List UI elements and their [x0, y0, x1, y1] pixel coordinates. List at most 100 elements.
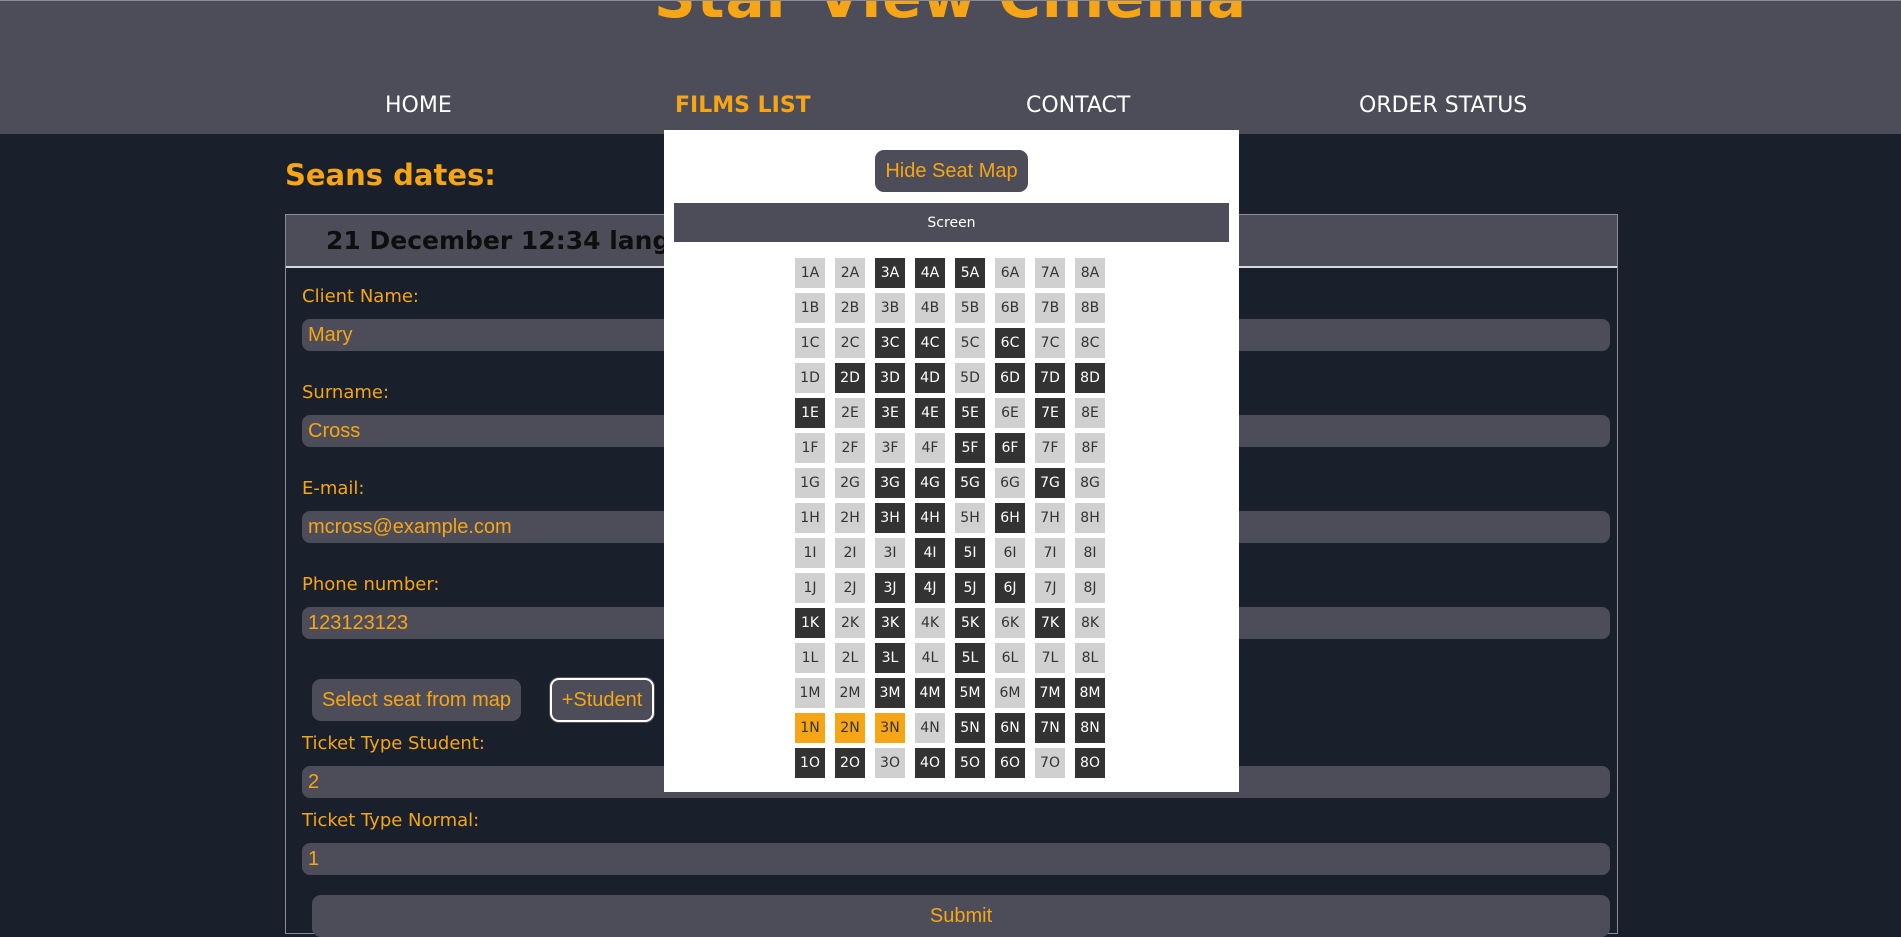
seat-6A[interactable]: 6A	[995, 258, 1025, 288]
seat-7E[interactable]: 7E	[1035, 398, 1065, 428]
nav-home[interactable]: HOME	[385, 93, 452, 118]
seat-7F[interactable]: 7F	[1035, 433, 1065, 463]
seat-7H[interactable]: 7H	[1035, 503, 1065, 533]
seat-7I[interactable]: 7I	[1035, 538, 1065, 568]
seat-3C[interactable]: 3C	[875, 328, 905, 358]
seat-3K[interactable]: 3K	[875, 608, 905, 638]
seat-6I[interactable]: 6I	[995, 538, 1025, 568]
seat-7M[interactable]: 7M	[1035, 678, 1065, 708]
seat-2K[interactable]: 2K	[835, 608, 865, 638]
seat-8I[interactable]: 8I	[1075, 538, 1105, 568]
seat-7L[interactable]: 7L	[1035, 643, 1065, 673]
seat-8H[interactable]: 8H	[1075, 503, 1105, 533]
seat-1J[interactable]: 1J	[795, 573, 825, 603]
nav-contact[interactable]: CONTACT	[1026, 93, 1130, 118]
seat-3E[interactable]: 3E	[875, 398, 905, 428]
seat-1M[interactable]: 1M	[795, 678, 825, 708]
nav-order-status[interactable]: ORDER STATUS	[1359, 93, 1527, 118]
seat-6F[interactable]: 6F	[995, 433, 1025, 463]
seat-3L[interactable]: 3L	[875, 643, 905, 673]
seat-4O[interactable]: 4O	[915, 748, 945, 778]
seat-1I[interactable]: 1I	[795, 538, 825, 568]
seat-1L[interactable]: 1L	[795, 643, 825, 673]
seat-6M[interactable]: 6M	[995, 678, 1025, 708]
seat-3G[interactable]: 3G	[875, 468, 905, 498]
seat-4M[interactable]: 4M	[915, 678, 945, 708]
seat-3A[interactable]: 3A	[875, 258, 905, 288]
seat-1B[interactable]: 1B	[795, 293, 825, 323]
seat-6H[interactable]: 6H	[995, 503, 1025, 533]
seat-7G[interactable]: 7G	[1035, 468, 1065, 498]
seat-8N[interactable]: 8N	[1075, 713, 1105, 743]
seat-2A[interactable]: 2A	[835, 258, 865, 288]
seat-1K[interactable]: 1K	[795, 608, 825, 638]
seat-1G[interactable]: 1G	[795, 468, 825, 498]
seat-8F[interactable]: 8F	[1075, 433, 1105, 463]
seat-2H[interactable]: 2H	[835, 503, 865, 533]
seat-4C[interactable]: 4C	[915, 328, 945, 358]
seat-6D[interactable]: 6D	[995, 363, 1025, 393]
seat-8C[interactable]: 8C	[1075, 328, 1105, 358]
seat-8E[interactable]: 8E	[1075, 398, 1105, 428]
seat-3J[interactable]: 3J	[875, 573, 905, 603]
seat-6N[interactable]: 6N	[995, 713, 1025, 743]
seat-3M[interactable]: 3M	[875, 678, 905, 708]
seat-1E[interactable]: 1E	[795, 398, 825, 428]
seat-4B[interactable]: 4B	[915, 293, 945, 323]
seat-5A[interactable]: 5A	[955, 258, 985, 288]
submit-button[interactable]: Submit	[312, 895, 1610, 937]
seat-2I[interactable]: 2I	[835, 538, 865, 568]
seat-5D[interactable]: 5D	[955, 363, 985, 393]
seat-5G[interactable]: 5G	[955, 468, 985, 498]
ticket-normal-input[interactable]: 1	[302, 843, 1610, 875]
seat-6B[interactable]: 6B	[995, 293, 1025, 323]
seat-2G[interactable]: 2G	[835, 468, 865, 498]
seat-1H[interactable]: 1H	[795, 503, 825, 533]
seat-1A[interactable]: 1A	[795, 258, 825, 288]
seat-3B[interactable]: 3B	[875, 293, 905, 323]
seat-6L[interactable]: 6L	[995, 643, 1025, 673]
seat-5O[interactable]: 5O	[955, 748, 985, 778]
seat-2B[interactable]: 2B	[835, 293, 865, 323]
seat-4J[interactable]: 4J	[915, 573, 945, 603]
seat-5E[interactable]: 5E	[955, 398, 985, 428]
seat-6C[interactable]: 6C	[995, 328, 1025, 358]
seat-7A[interactable]: 7A	[1035, 258, 1065, 288]
seat-5F[interactable]: 5F	[955, 433, 985, 463]
seat-4D[interactable]: 4D	[915, 363, 945, 393]
seat-2J[interactable]: 2J	[835, 573, 865, 603]
seat-1F[interactable]: 1F	[795, 433, 825, 463]
seat-4N[interactable]: 4N	[915, 713, 945, 743]
seat-2F[interactable]: 2F	[835, 433, 865, 463]
hide-seat-map-button[interactable]: Hide Seat Map	[875, 150, 1028, 192]
seat-6K[interactable]: 6K	[995, 608, 1025, 638]
seat-7O[interactable]: 7O	[1035, 748, 1065, 778]
seat-7N[interactable]: 7N	[1035, 713, 1065, 743]
seat-6E[interactable]: 6E	[995, 398, 1025, 428]
seat-2N[interactable]: 2N	[835, 713, 865, 743]
seat-1N[interactable]: 1N	[795, 713, 825, 743]
seat-5K[interactable]: 5K	[955, 608, 985, 638]
seat-3D[interactable]: 3D	[875, 363, 905, 393]
seat-4A[interactable]: 4A	[915, 258, 945, 288]
seat-3F[interactable]: 3F	[875, 433, 905, 463]
select-seat-button[interactable]: Select seat from map	[312, 679, 521, 721]
seat-2D[interactable]: 2D	[835, 363, 865, 393]
seat-5C[interactable]: 5C	[955, 328, 985, 358]
seat-3H[interactable]: 3H	[875, 503, 905, 533]
seat-7D[interactable]: 7D	[1035, 363, 1065, 393]
seat-5J[interactable]: 5J	[955, 573, 985, 603]
seat-4L[interactable]: 4L	[915, 643, 945, 673]
seat-8M[interactable]: 8M	[1075, 678, 1105, 708]
seat-7K[interactable]: 7K	[1035, 608, 1065, 638]
seat-2M[interactable]: 2M	[835, 678, 865, 708]
add-student-button[interactable]: +Student	[550, 678, 654, 722]
seat-6J[interactable]: 6J	[995, 573, 1025, 603]
seat-4I[interactable]: 4I	[915, 538, 945, 568]
seat-1O[interactable]: 1O	[795, 748, 825, 778]
seat-8A[interactable]: 8A	[1075, 258, 1105, 288]
seat-5N[interactable]: 5N	[955, 713, 985, 743]
seat-3I[interactable]: 3I	[875, 538, 905, 568]
seat-5H[interactable]: 5H	[955, 503, 985, 533]
seat-1D[interactable]: 1D	[795, 363, 825, 393]
